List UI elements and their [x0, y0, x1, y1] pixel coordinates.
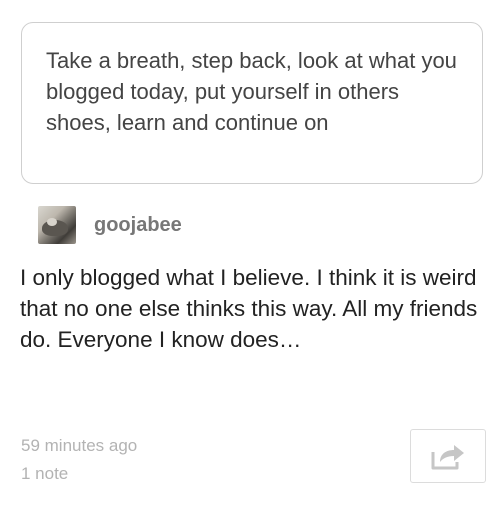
share-button[interactable] — [410, 429, 486, 483]
note-count[interactable]: 1 note — [21, 460, 137, 488]
quoted-reply-box: Take a breath, step back, look at what y… — [21, 22, 483, 184]
post-meta: 59 minutes ago 1 note — [21, 432, 137, 488]
post-author[interactable]: goojabee — [38, 206, 182, 244]
avatar[interactable] — [38, 206, 76, 244]
quote-text: Take a breath, step back, look at what y… — [46, 48, 457, 135]
share-arrow-icon — [431, 445, 464, 470]
post-body: I only blogged what I believe. I think i… — [20, 265, 478, 352]
username[interactable]: goojabee — [94, 214, 182, 237]
timestamp[interactable]: 59 minutes ago — [21, 432, 137, 460]
